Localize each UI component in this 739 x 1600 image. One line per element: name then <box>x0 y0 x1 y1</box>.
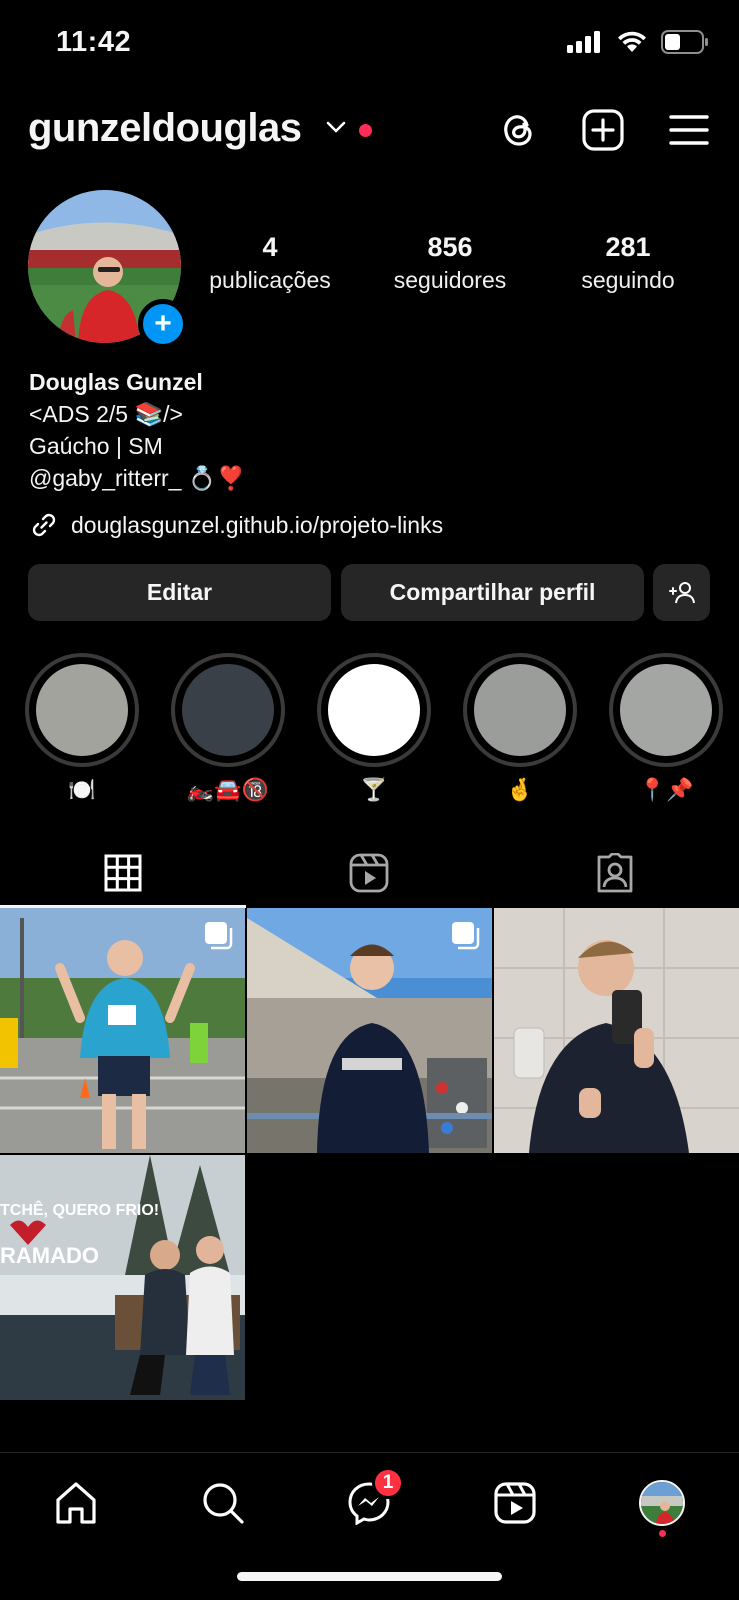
post-thumbnail[interactable]: TCHÊ, QUERO FRIO! RAMADO <box>0 1155 245 1400</box>
username-switcher[interactable]: gunzeldouglas <box>28 106 302 151</box>
carousel-icon <box>205 922 233 950</box>
threads-icon[interactable] <box>496 108 540 152</box>
add-story-button[interactable]: + <box>138 299 188 349</box>
notification-dot <box>359 124 372 137</box>
reels-icon <box>494 1482 536 1524</box>
menu-icon[interactable] <box>667 108 711 152</box>
post-thumbnail[interactable] <box>0 908 245 1153</box>
battery-icon <box>661 30 708 54</box>
svg-text:TCHÊ, QUERO FRIO!: TCHÊ, QUERO FRIO! <box>0 1200 159 1219</box>
bio-line: Gaúcho | SM <box>29 433 163 459</box>
story-highlight[interactable]: 🍸 <box>317 653 431 803</box>
edit-profile-button[interactable]: Editar <box>28 564 331 621</box>
post-photo <box>494 908 739 1153</box>
highlight-label: 🤞 <box>506 777 534 802</box>
signal-icon <box>567 31 600 53</box>
profile-header: gunzeldouglas <box>0 100 739 162</box>
create-post-icon[interactable] <box>581 108 625 152</box>
followers-value: 856 <box>427 232 473 262</box>
svg-text:RAMADO: RAMADO <box>0 1243 99 1268</box>
highlight-cover <box>36 664 128 756</box>
home-indicator <box>237 1572 502 1581</box>
status-icons <box>567 30 709 54</box>
status-time: 11:42 <box>56 26 132 58</box>
display-name: Douglas Gunzel <box>29 369 203 395</box>
highlight-label: 🍸 <box>360 777 388 802</box>
profile-avatar-small <box>639 1480 685 1526</box>
highlight-ring <box>171 653 285 767</box>
discover-people-button[interactable] <box>653 564 710 621</box>
avatar-photo <box>641 1482 683 1524</box>
messages-badge: 1 <box>372 1467 404 1499</box>
profile-link[interactable]: douglasgunzel.github.io/projeto-links <box>29 510 443 540</box>
tab-tagged[interactable] <box>492 838 738 908</box>
tab-reels[interactable] <box>246 838 492 908</box>
highlight-ring <box>609 653 723 767</box>
highlight-label: 📍📌 <box>638 777 694 802</box>
highlight-ring <box>463 653 577 767</box>
story-highlight[interactable]: 📍📌 <box>609 653 723 803</box>
highlight-label: 🏍️🚘🔞 <box>186 777 270 802</box>
post-thumbnail[interactable] <box>494 908 739 1153</box>
highlight-cover <box>620 664 712 756</box>
followers-label: seguidores <box>393 267 507 293</box>
carousel-icon <box>452 922 480 950</box>
tab-posts-grid[interactable] <box>0 838 246 908</box>
posts-value: 4 <box>262 232 278 262</box>
status-bar: 11:42 <box>0 0 739 90</box>
highlight-ring <box>25 653 139 767</box>
highlight-cover <box>328 664 420 756</box>
posts-label: publicações <box>209 267 331 293</box>
profile-tabs <box>0 838 739 908</box>
share-profile-button[interactable]: Compartilhar perfil <box>341 564 644 621</box>
highlight-cover <box>182 664 274 756</box>
link-text[interactable]: douglasgunzel.github.io/projeto-links <box>71 512 443 539</box>
highlight-label: 🍽️ <box>68 777 96 802</box>
grid-icon <box>104 854 142 892</box>
story-highlight[interactable]: 🍽️ <box>25 653 139 803</box>
following-label: seguindo <box>581 267 675 293</box>
profile-notification-dot <box>659 1530 666 1537</box>
highlight-cover <box>474 664 566 756</box>
story-highlight[interactable]: 🏍️🚘🔞 <box>171 653 285 803</box>
followers-count[interactable]: 856 seguidores <box>370 232 530 294</box>
wifi-icon <box>618 31 646 52</box>
chevron-down-icon[interactable] <box>326 120 346 134</box>
highlight-ring <box>317 653 431 767</box>
tagged-icon <box>597 853 633 893</box>
profile-bio: Douglas Gunzel <ADS 2/5 📚/> Gaúcho | SM … <box>29 366 245 494</box>
nav-home[interactable] <box>46 1473 106 1533</box>
story-highlight[interactable]: 🤞 <box>463 653 577 803</box>
following-value: 281 <box>605 232 651 262</box>
following-count[interactable]: 281 seguindo <box>548 232 708 294</box>
post-thumbnail[interactable] <box>247 908 492 1153</box>
search-icon <box>203 1483 244 1524</box>
nav-profile[interactable] <box>632 1473 692 1533</box>
nav-search[interactable] <box>193 1473 253 1533</box>
posts-count[interactable]: 4 publicações <box>190 232 350 294</box>
nav-reels[interactable] <box>485 1473 545 1533</box>
bio-line-mention[interactable]: @gaby_ritterr_ 💍❣️ <box>29 462 245 494</box>
bio-line: <ADS 2/5 📚/> <box>29 401 183 427</box>
link-icon <box>32 513 56 537</box>
add-person-icon <box>668 581 695 603</box>
post-photo: TCHÊ, QUERO FRIO! RAMADO <box>0 1155 245 1400</box>
reels-icon <box>349 853 389 893</box>
home-icon <box>56 1482 96 1524</box>
